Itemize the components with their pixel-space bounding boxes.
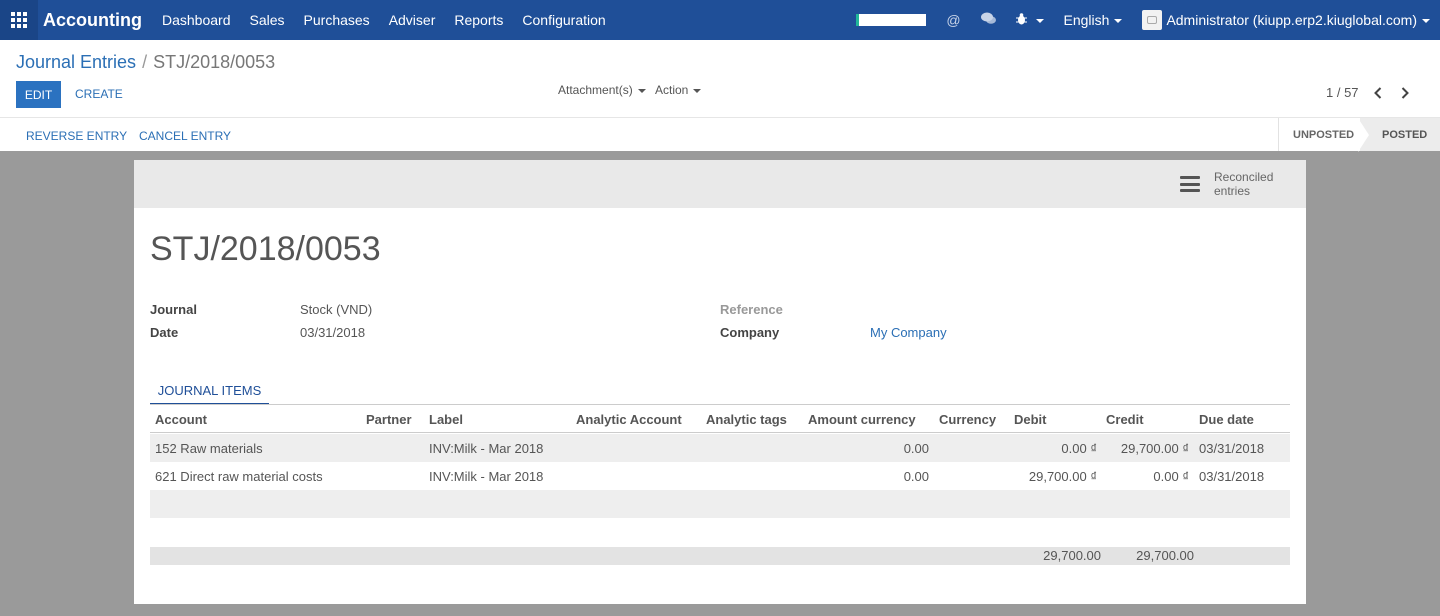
action-dropdown[interactable]: Action: [655, 83, 702, 97]
col-amount-currency[interactable]: Amount currency: [808, 412, 916, 427]
chat-icon[interactable]: [980, 12, 996, 28]
form-statusbar: REVERSE ENTRY CANCEL ENTRY UNPOSTED POST…: [0, 117, 1440, 152]
app-brand[interactable]: Accounting: [43, 10, 142, 31]
col-account[interactable]: Account: [155, 412, 207, 427]
totals-row: 29,700.00 29,700.00: [150, 547, 1290, 565]
col-credit[interactable]: Credit: [1106, 412, 1144, 427]
cell-account: 152 Raw materials: [155, 441, 263, 456]
col-due-date[interactable]: Due date: [1199, 412, 1254, 427]
empty-row: [150, 490, 1290, 518]
create-button[interactable]: CREATE: [75, 87, 123, 101]
reconciled-entries-button[interactable]: Reconciled entries: [1180, 170, 1273, 198]
apps-menu-button[interactable]: [0, 0, 38, 40]
breadcrumb-separator: /: [142, 52, 148, 72]
bars-icon: [1180, 176, 1200, 192]
menu-purchases[interactable]: Purchases: [304, 12, 370, 28]
cell-amount-currency: 0.00: [903, 469, 929, 484]
cancel-entry-button[interactable]: CANCEL ENTRY: [139, 129, 231, 143]
total-credit: 29,700.00: [1136, 548, 1194, 563]
company-link[interactable]: My Company: [870, 325, 947, 340]
total-debit: 29,700.00: [1043, 548, 1101, 563]
cell-amount-currency: 0.00: [903, 441, 929, 456]
cell-debit: 29,700.00 ₫: [1028, 469, 1097, 484]
chevron-down-icon: [1114, 19, 1123, 24]
chevron-right-icon[interactable]: [1398, 86, 1412, 100]
progress-indicator[interactable]: [856, 14, 927, 26]
menu-dashboard[interactable]: Dashboard: [162, 12, 231, 28]
journal-items-header: Account Partner Label Analytic Account A…: [150, 405, 1290, 433]
status-posted[interactable]: POSTED: [1360, 118, 1440, 151]
col-analytic-account[interactable]: Analytic Account: [576, 412, 682, 427]
col-partner[interactable]: Partner: [366, 412, 412, 427]
top-navbar: Accounting Dashboard Sales Purchases Adv…: [0, 0, 1440, 40]
journal-label: Journal: [150, 302, 197, 317]
col-analytic-tags[interactable]: Analytic tags: [706, 412, 787, 427]
stat-line-2: entries: [1214, 184, 1251, 198]
cell-debit: 0.00 ₫: [1061, 441, 1097, 456]
apps-grid-icon: [11, 12, 27, 28]
language-selector[interactable]: English: [1064, 12, 1123, 28]
date-value: 03/31/2018: [300, 325, 366, 340]
page-title: STJ/2018/0053: [150, 230, 381, 268]
menu-configuration[interactable]: Configuration: [522, 12, 605, 28]
chevron-left-icon[interactable]: [1371, 86, 1385, 100]
attachments-label: Attachment(s): [558, 83, 633, 97]
bug-icon[interactable]: [1015, 12, 1044, 28]
smart-button-box: Reconciled entries: [134, 160, 1306, 208]
col-debit[interactable]: Debit: [1014, 412, 1047, 427]
cell-label: INV:Milk - Mar 2018: [429, 441, 544, 456]
journal-value: Stock (VND): [300, 302, 373, 317]
pager-value[interactable]: 1 / 57: [1326, 85, 1359, 100]
user-name: Administrator (kiupp.erp2.kiuglobal.com): [1166, 12, 1417, 28]
table-row[interactable]: 152 Raw materials INV:Milk - Mar 2018 0.…: [150, 434, 1290, 462]
col-currency[interactable]: Currency: [939, 412, 996, 427]
breadcrumb-journal-entries[interactable]: Journal Entries: [16, 52, 136, 72]
at-icon[interactable]: @: [946, 12, 960, 28]
language-label: English: [1063, 12, 1110, 28]
col-label[interactable]: Label: [429, 412, 463, 427]
status-unposted[interactable]: UNPOSTED: [1278, 118, 1360, 151]
cell-label: INV:Milk - Mar 2018: [429, 469, 544, 484]
user-menu[interactable]: Administrator (kiupp.erp2.kiuglobal.com): [1166, 12, 1430, 28]
form-sheet: Reconciled entries STJ/2018/0053 Journal…: [134, 160, 1306, 604]
control-panel: Journal Entries / STJ/2018/0053 EDIT CREAT…: [0, 40, 1440, 117]
breadcrumb-current: STJ/2018/0053: [153, 52, 276, 72]
company-label: Company: [720, 325, 780, 340]
reference-label: Reference: [720, 302, 783, 317]
avatar[interactable]: [1142, 10, 1163, 30]
status-arrow: [1358, 118, 1369, 152]
breadcrumb: Journal Entries / STJ/2018/0053: [16, 52, 275, 73]
cell-due-date: 03/31/2018: [1199, 441, 1265, 456]
chevron-down-icon: [637, 88, 646, 93]
chevron-down-icon: [693, 88, 702, 93]
cell-account: 621 Direct raw material costs: [155, 469, 323, 484]
menu-sales[interactable]: Sales: [250, 12, 285, 28]
cell-credit: 29,700.00 ₫: [1120, 441, 1189, 456]
tab-journal-items[interactable]: JOURNAL ITEMS: [150, 380, 269, 405]
edit-button[interactable]: EDIT: [16, 81, 61, 108]
date-label: Date: [150, 325, 179, 340]
table-row[interactable]: 621 Direct raw material costs INV:Milk -…: [150, 462, 1290, 490]
menu-reports[interactable]: Reports: [454, 12, 503, 28]
menu-adviser[interactable]: Adviser: [389, 12, 436, 28]
reconciled-entries-label: Reconciled entries: [1214, 170, 1273, 198]
reverse-entry-button[interactable]: REVERSE ENTRY: [26, 129, 127, 143]
stat-line-1: Reconciled: [1214, 170, 1274, 184]
chevron-down-icon: [1422, 19, 1430, 24]
cell-due-date: 03/31/2018: [1199, 469, 1265, 484]
action-label: Action: [655, 83, 689, 97]
attachments-dropdown[interactable]: Attachment(s): [558, 83, 646, 97]
cell-credit: 0.00 ₫: [1153, 469, 1189, 484]
